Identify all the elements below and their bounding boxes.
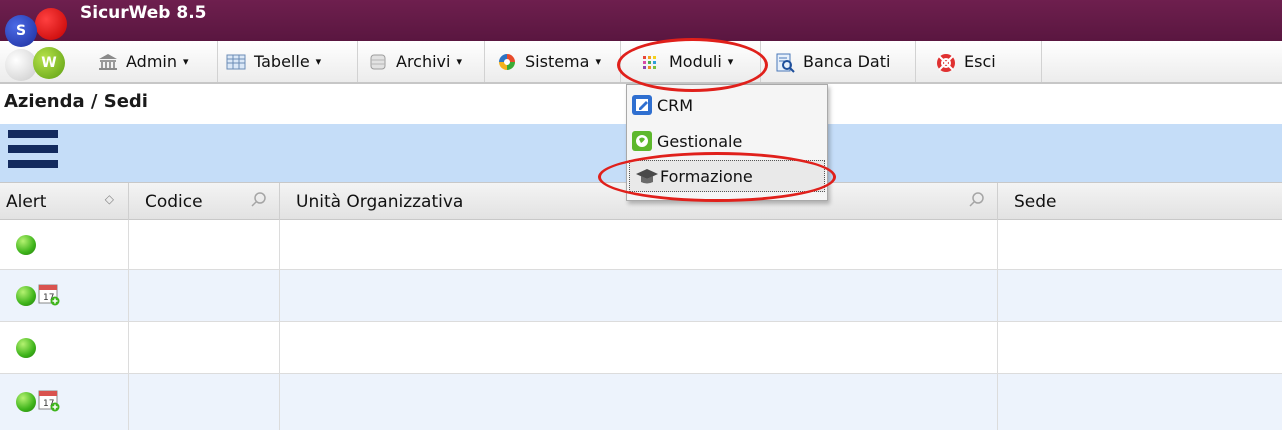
table-row[interactable] [0,322,1282,374]
column-header-codice-label: Codice [145,192,203,212]
sede-cell [998,374,1282,430]
search-document-icon [775,53,795,73]
column-header-sede[interactable]: Sede [998,183,1282,221]
breadcrumb: Azienda / Sedi [4,91,148,112]
menu-banca-dati[interactable]: Banca Dati [761,41,916,82]
chevron-down-icon: ▾ [456,55,462,68]
alert-cell: 17 [0,374,129,430]
codice-cell [129,374,280,430]
alert-cell: 17 [0,270,129,321]
menu-moduli-label: Moduli [669,52,722,71]
column-header-alert-label: Alert [6,192,47,212]
sede-cell [998,322,1282,373]
unita-cell [280,322,998,373]
menu-item-formazione[interactable]: Formazione [629,160,825,192]
menu-esci[interactable]: Esci [916,41,1042,82]
calendar-add-icon[interactable]: 17 [38,388,60,412]
menu-item-gestionale[interactable]: Gestionale [627,125,827,157]
menu-admin[interactable]: Admin ▾ [92,41,218,82]
alert-cell [0,322,129,373]
column-header-unita-label: Unità Organizzativa [296,192,464,212]
table-icon [226,53,246,71]
chevron-down-icon: ▾ [595,55,601,68]
table-row[interactable]: 17 [0,270,1282,322]
magnifier-icon[interactable] [251,191,267,207]
table-row[interactable] [0,220,1282,270]
graduation-cap-icon [634,166,658,188]
status-green-icon [16,286,36,306]
edit-icon [631,94,653,116]
column-header-alert[interactable]: Alert ◇ [0,183,129,221]
chevron-down-icon: ▾ [183,55,189,68]
menu-item-gestionale-label: Gestionale [657,131,743,151]
menu-item-formazione-label: Formazione [660,166,753,186]
status-green-icon [16,392,36,412]
menu-archivi[interactable]: Archivi ▾ [358,41,485,82]
modules-grid-icon [641,53,661,71]
codice-cell [129,220,280,269]
logo-w-dot: W [33,47,65,79]
menu-banca-dati-label: Banca Dati [803,52,891,71]
system-icon [497,53,517,71]
sort-icon[interactable]: ◇ [105,192,114,206]
sede-cell [998,220,1282,269]
menu-sistema[interactable]: Sistema ▾ [485,41,621,82]
logo-red-dot [35,8,67,40]
status-green-icon [16,235,36,255]
database-icon [368,53,388,71]
app-title: SicurWeb 8.5 [80,3,207,23]
sede-cell [998,270,1282,321]
menu-tabelle[interactable]: Tabelle ▾ [218,41,358,82]
calendar-add-icon[interactable]: 17 [38,282,60,306]
menu-esci-label: Esci [964,52,996,71]
column-header-codice[interactable]: Codice [129,183,280,221]
hamburger-menu-icon[interactable] [8,130,58,175]
alert-cell [0,220,129,269]
menu-item-crm-label: CRM [657,95,694,115]
exit-icon [936,53,956,72]
menu-sistema-label: Sistema [525,52,590,71]
unita-cell [280,374,998,430]
unita-cell [280,270,998,321]
chevron-down-icon: ▾ [727,55,734,68]
magnifier-icon[interactable] [969,191,985,207]
moduli-dropdown-menu: CRM Gestionale Formazione [626,84,828,201]
codice-cell [129,270,280,321]
menu-admin-label: Admin [126,52,177,71]
unita-cell [280,220,998,269]
column-header-sede-label: Sede [1014,192,1057,212]
menu-tabelle-label: Tabelle [254,52,310,71]
title-bar: SicurWeb 8.5 [0,0,1282,41]
main-menu-bar: Admin ▾ Tabelle ▾ Archivi ▾ Sistema ▾ Mo… [0,41,1282,84]
chevron-down-icon: ▾ [315,55,322,68]
logo-s-dot: S [5,15,37,47]
menu-archivi-label: Archivi [396,52,451,71]
globe-icon [631,130,653,152]
table-row[interactable]: 17 [0,374,1282,430]
codice-cell [129,322,280,373]
building-icon [98,53,118,71]
status-green-icon [16,338,36,358]
menu-moduli[interactable]: Moduli ▾ [621,41,761,82]
app-logo[interactable]: S W [5,7,75,81]
menu-item-crm[interactable]: CRM [627,89,827,121]
